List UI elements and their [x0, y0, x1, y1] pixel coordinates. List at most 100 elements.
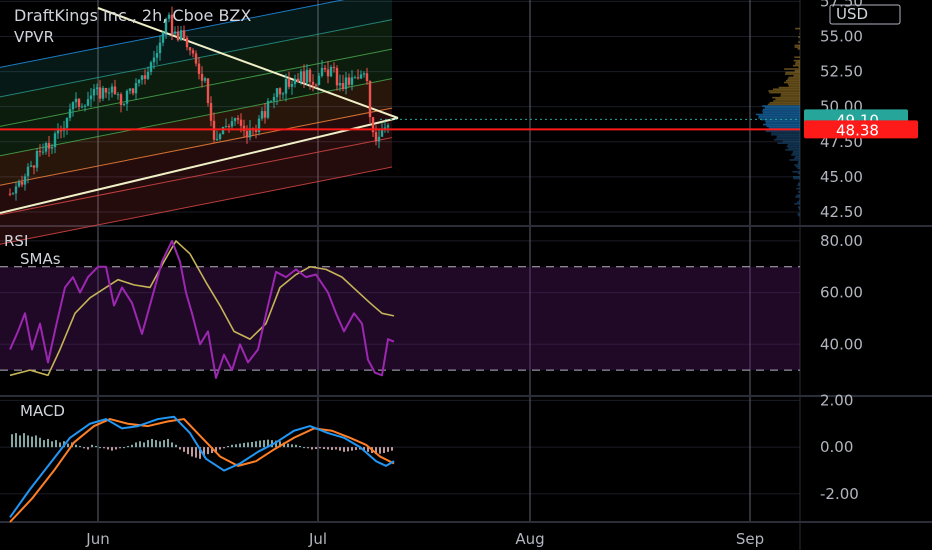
candle-body[interactable]: [14, 186, 18, 194]
vpvr-label[interactable]: VPVR: [14, 28, 54, 46]
candle-body[interactable]: [293, 78, 297, 84]
candle-body[interactable]: [182, 30, 186, 38]
candle-body[interactable]: [245, 130, 249, 138]
candle-body[interactable]: [80, 106, 84, 108]
candle-body[interactable]: [146, 71, 150, 79]
candle-body[interactable]: [26, 166, 30, 177]
candle-body[interactable]: [53, 133, 57, 148]
candle-body[interactable]: [95, 87, 99, 90]
candle-body[interactable]: [188, 47, 192, 51]
candle-body[interactable]: [320, 67, 324, 76]
candle-body[interactable]: [107, 92, 111, 94]
candle-body[interactable]: [8, 193, 12, 195]
candle-body[interactable]: [149, 62, 153, 72]
candle-body[interactable]: [200, 73, 204, 81]
rsi-label[interactable]: RSI: [4, 232, 28, 250]
candle-body[interactable]: [377, 136, 381, 142]
candle-body[interactable]: [317, 75, 321, 86]
candle-body[interactable]: [92, 89, 96, 96]
chart-title[interactable]: DraftKings Inc., 2h, Cboe BZX: [14, 6, 251, 25]
candle-body[interactable]: [161, 32, 165, 43]
chart-canvas[interactable]: 42.5045.0047.5050.0052.5055.0057.5040.00…: [0, 0, 932, 550]
candle-body[interactable]: [236, 118, 240, 120]
candle-body[interactable]: [110, 86, 114, 93]
candle-body[interactable]: [356, 77, 360, 79]
candle-body[interactable]: [65, 117, 69, 128]
candle-body[interactable]: [326, 69, 330, 77]
macd-label[interactable]: MACD: [20, 402, 65, 420]
candle-body[interactable]: [74, 98, 78, 103]
candle-body[interactable]: [134, 83, 138, 94]
candle-body[interactable]: [230, 121, 234, 127]
candle-body[interactable]: [191, 50, 195, 54]
candle-body[interactable]: [131, 88, 135, 94]
candle-body[interactable]: [311, 81, 315, 85]
candle-body[interactable]: [38, 151, 42, 153]
candle-body[interactable]: [86, 99, 90, 106]
candle-body[interactable]: [152, 57, 156, 63]
candle-body[interactable]: [23, 176, 27, 185]
candle-body[interactable]: [206, 78, 210, 104]
candle-body[interactable]: [263, 111, 267, 118]
candle-body[interactable]: [140, 75, 144, 80]
candle-body[interactable]: [347, 77, 351, 85]
candle-body[interactable]: [56, 130, 60, 134]
candle-body[interactable]: [338, 83, 342, 86]
candle-body[interactable]: [353, 77, 357, 79]
candle-body[interactable]: [44, 143, 48, 152]
candle-body[interactable]: [29, 165, 33, 167]
candle-body[interactable]: [209, 103, 213, 121]
candle-body[interactable]: [194, 53, 198, 64]
candle-body[interactable]: [308, 69, 312, 82]
candle-body[interactable]: [89, 95, 93, 100]
candle-body[interactable]: [260, 111, 264, 119]
candle-body[interactable]: [314, 84, 318, 86]
candle-body[interactable]: [227, 126, 231, 128]
candle-body[interactable]: [185, 37, 189, 48]
candle-body[interactable]: [116, 94, 120, 96]
candle-body[interactable]: [305, 69, 309, 83]
candle-body[interactable]: [302, 71, 306, 83]
candle-body[interactable]: [11, 193, 15, 195]
candle-body[interactable]: [17, 181, 21, 187]
candle-body[interactable]: [101, 87, 105, 99]
candle-body[interactable]: [299, 71, 303, 83]
candle-body[interactable]: [287, 79, 291, 87]
candle-body[interactable]: [203, 78, 207, 81]
currency-label[interactable]: USD: [836, 5, 868, 23]
candle-body[interactable]: [143, 75, 147, 79]
candle-body[interactable]: [47, 143, 51, 149]
candle-body[interactable]: [341, 83, 345, 90]
candle-body[interactable]: [218, 134, 222, 139]
candle-body[interactable]: [278, 88, 282, 95]
candle-body[interactable]: [20, 181, 24, 185]
candle-body[interactable]: [77, 98, 81, 107]
candle-body[interactable]: [362, 73, 366, 75]
candle-body[interactable]: [374, 132, 378, 142]
candle-body[interactable]: [344, 77, 348, 90]
candle-body[interactable]: [266, 101, 270, 118]
candle-body[interactable]: [335, 67, 339, 86]
candle-body[interactable]: [221, 126, 225, 135]
candle-body[interactable]: [119, 94, 123, 105]
candle-body[interactable]: [281, 93, 285, 95]
candle-body[interactable]: [41, 151, 45, 153]
candle-body[interactable]: [239, 119, 243, 126]
candle-body[interactable]: [269, 100, 273, 102]
candle-body[interactable]: [332, 66, 336, 68]
candle-body[interactable]: [272, 97, 276, 101]
candle-body[interactable]: [35, 151, 39, 168]
candle-body[interactable]: [323, 67, 327, 70]
candle-body[interactable]: [179, 30, 183, 41]
candle-body[interactable]: [128, 88, 132, 91]
candle-body[interactable]: [158, 42, 162, 54]
candle-body[interactable]: [137, 79, 141, 84]
candle-body[interactable]: [233, 118, 237, 122]
candle-body[interactable]: [386, 125, 390, 128]
candle-body[interactable]: [59, 130, 63, 132]
candle-body[interactable]: [224, 126, 228, 128]
candle-body[interactable]: [329, 66, 333, 77]
candle-body[interactable]: [176, 31, 180, 41]
candle-body[interactable]: [104, 87, 108, 93]
candle-body[interactable]: [296, 78, 300, 83]
